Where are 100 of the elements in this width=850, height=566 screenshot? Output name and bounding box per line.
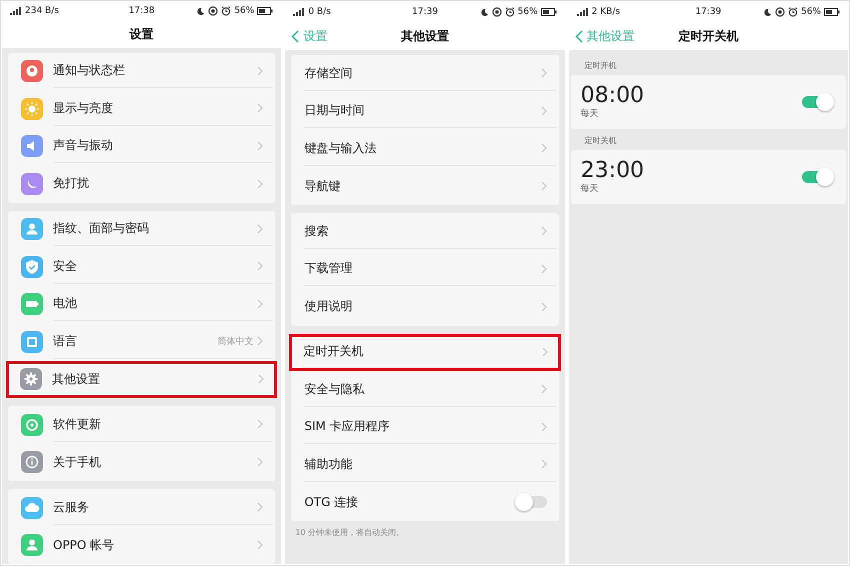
chevron-right-icon	[257, 140, 264, 151]
settings-row[interactable]: OTG 连接	[291, 484, 559, 521]
chevron-right-icon	[257, 298, 264, 309]
schedule-time: 23:00	[580, 158, 646, 182]
settings-row[interactable]: 其他设置	[6, 360, 278, 398]
row-label: 下载管理	[304, 260, 354, 278]
row-label: 存储空间	[304, 64, 354, 82]
settings-row[interactable]: OPPO 帐号	[8, 526, 276, 564]
battery-percent: 56%	[234, 6, 254, 16]
chevron-right-icon	[540, 143, 547, 154]
toggle-switch[interactable]	[802, 171, 832, 183]
settings-row[interactable]: 电池	[8, 286, 276, 323]
settings-row[interactable]: 键盘与输入法	[291, 130, 559, 168]
row-label: 辅助功能	[304, 456, 354, 473]
settings-row[interactable]: 使用说明	[291, 288, 559, 326]
location-icon	[208, 6, 218, 16]
page-title: 定时开关机	[678, 28, 738, 44]
row-label: 软件更新	[53, 416, 102, 433]
toggle-switch[interactable]	[802, 96, 832, 108]
repeat-label: 每天	[580, 108, 600, 120]
chevron-right-icon	[540, 264, 547, 274]
chevron-right-icon	[257, 103, 264, 114]
chevron-left-icon	[291, 30, 300, 42]
settings-row[interactable]: 声音与振动	[8, 128, 276, 165]
settings-row[interactable]: 软件更新	[8, 406, 276, 444]
settings-row[interactable]: 日期与时间	[291, 92, 559, 130]
row-label: 安全与隐私	[304, 380, 366, 398]
location-icon	[492, 7, 502, 17]
settings-row[interactable]: 安全与隐私	[291, 371, 559, 408]
alarm-icon	[504, 7, 515, 17]
settings-row[interactable]: 指纹、面部与密码	[8, 210, 276, 248]
schedule-card[interactable]: 23:00 每天	[570, 150, 846, 204]
chevron-right-icon	[540, 459, 547, 470]
settings-row[interactable]: 下载管理	[291, 250, 559, 288]
signal-icon	[293, 8, 306, 16]
settings-row[interactable]: 云服务	[8, 489, 276, 526]
repeat-label: 每天	[580, 182, 600, 196]
row-label: 声音与振动	[53, 137, 114, 154]
signal-icon	[10, 7, 22, 16]
chevron-right-icon	[257, 224, 264, 234]
page-title: 其他设置	[400, 28, 449, 44]
row-label: 语言	[53, 332, 78, 350]
row-label: 其他设置	[52, 370, 101, 388]
settings-row[interactable]: 显示与亮度	[8, 90, 276, 128]
settings-row[interactable]: 存储空间	[291, 55, 559, 92]
signal-icon	[576, 8, 589, 16]
row-label: SIM 卡应用程序	[304, 418, 391, 436]
settings-row[interactable]: 关于手机	[8, 444, 276, 481]
schedule-time: 08:00	[580, 84, 646, 108]
moon-icon	[762, 8, 772, 16]
battery-icon	[824, 8, 840, 16]
chevron-left-icon	[574, 30, 583, 42]
row-label: 电池	[53, 295, 78, 312]
row-label: 指纹、面部与密码	[53, 220, 150, 238]
settings-row[interactable]: 搜索	[291, 213, 559, 250]
clock-time: 17:39	[695, 7, 722, 17]
row-label: 定时开关机	[303, 343, 364, 360]
settings-row[interactable]: 免打扰	[8, 165, 276, 202]
settings-row[interactable]: 导航键	[291, 168, 559, 205]
chevron-right-icon	[257, 261, 264, 272]
section-label: 定时关机	[584, 135, 618, 147]
settings-row[interactable]: 语言 简体中文	[8, 323, 276, 360]
chevron-right-icon	[540, 226, 547, 236]
schedule-card[interactable]: 08:00 每天	[570, 75, 846, 129]
chevron-right-icon	[257, 66, 264, 76]
page-title: 设置	[130, 26, 154, 43]
settings-row[interactable]: SIM 卡应用程序	[291, 408, 559, 446]
row-label: 关于手机	[53, 454, 102, 471]
chevron-right-icon	[540, 384, 547, 394]
location-icon	[774, 7, 785, 17]
settings-row[interactable]: 定时开关机	[289, 334, 561, 371]
moon-icon	[480, 8, 489, 16]
row-label: 搜索	[304, 222, 330, 240]
chevron-right-icon	[540, 302, 547, 312]
network-speed: 234 B/s	[25, 6, 59, 16]
chevron-right-icon	[257, 336, 264, 346]
row-label: 使用说明	[304, 298, 354, 316]
settings-row[interactable]: 安全	[8, 248, 276, 286]
row-label: 显示与亮度	[53, 100, 114, 117]
row-label: 日期与时间	[304, 102, 366, 120]
row-label: 通知与状态栏	[53, 62, 126, 80]
battery-icon	[540, 8, 557, 16]
settings-row[interactable]: 通知与状态栏	[8, 52, 276, 90]
row-value: 简体中文	[217, 336, 254, 348]
battery-percent: 56%	[800, 7, 821, 17]
row-label: OTG 连接	[304, 494, 360, 511]
alarm-icon	[221, 6, 232, 16]
chevron-right-icon	[540, 181, 547, 192]
row-label: 键盘与输入法	[304, 140, 378, 157]
clock-time: 17:39	[412, 7, 438, 17]
toggle-switch[interactable]	[516, 496, 547, 508]
chevron-right-icon	[540, 68, 547, 78]
row-label: OPPO 帐号	[53, 536, 116, 554]
chevron-right-icon	[257, 457, 264, 468]
battery-percent: 56%	[518, 7, 538, 17]
row-label: 云服务	[53, 498, 90, 516]
chevron-right-icon	[257, 502, 264, 512]
chevron-right-icon	[540, 106, 547, 116]
chevron-right-icon	[258, 374, 264, 384]
settings-row[interactable]: 辅助功能	[291, 446, 559, 484]
